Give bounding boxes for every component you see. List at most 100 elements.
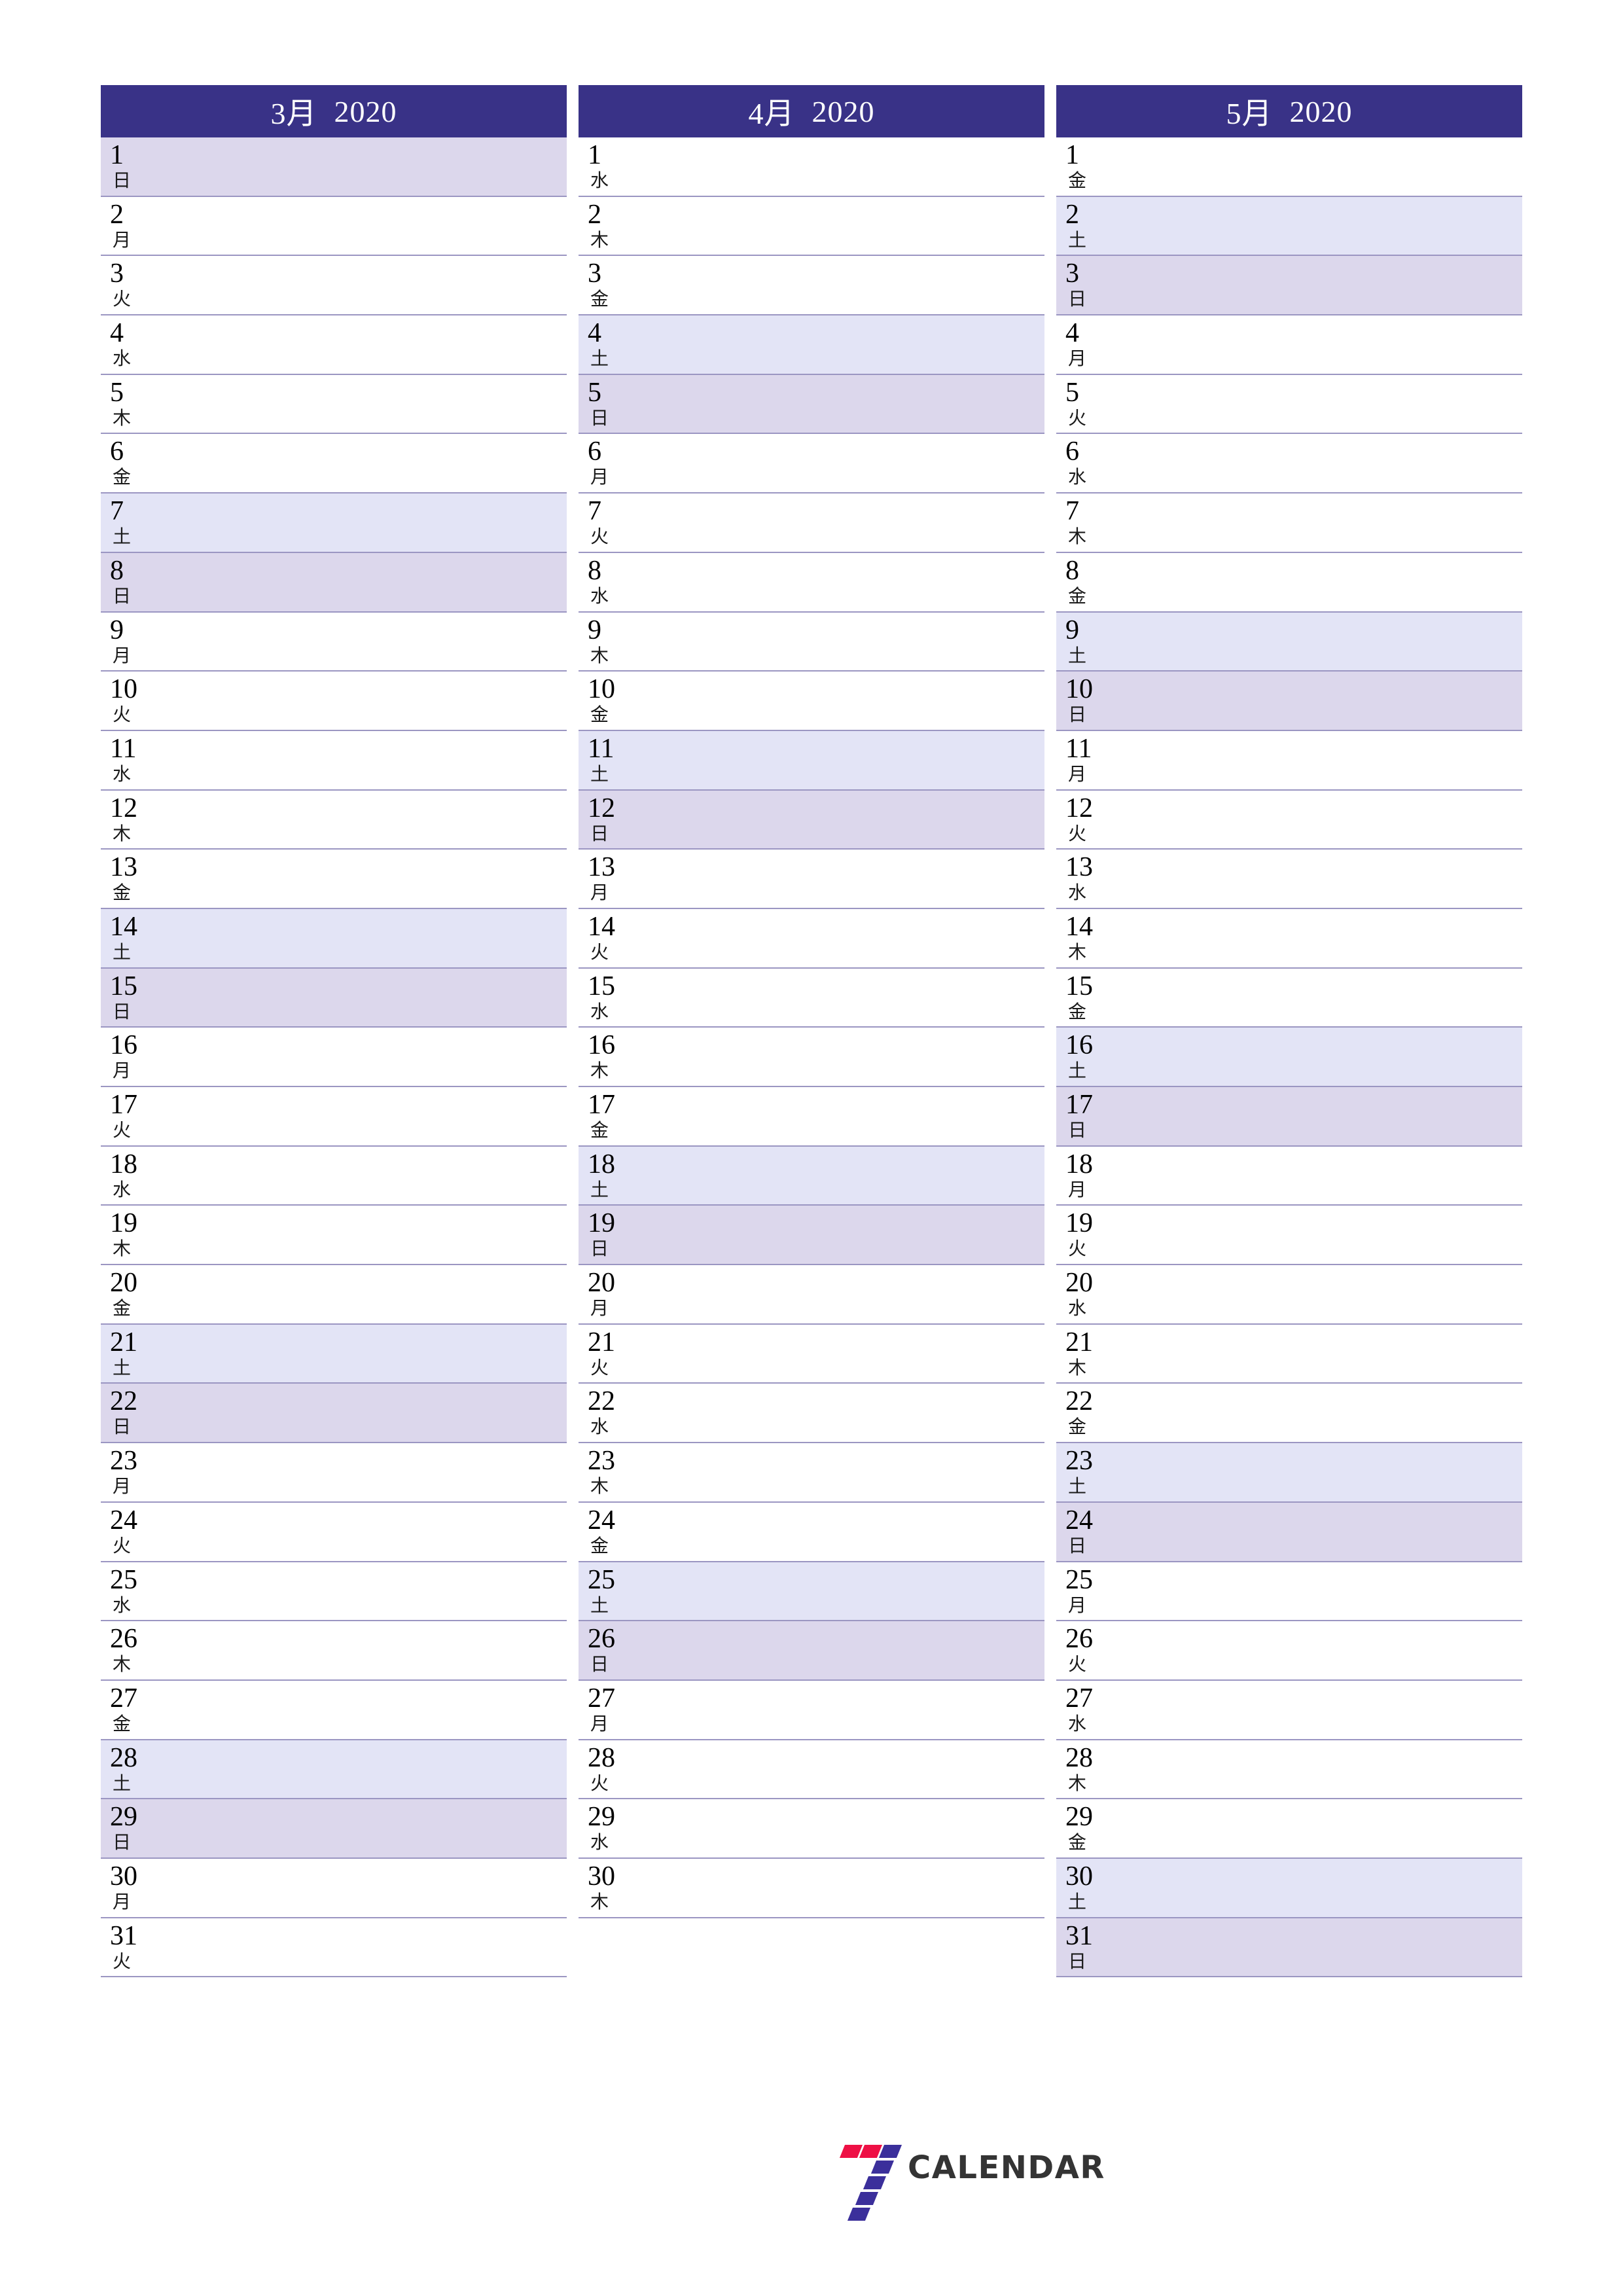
day-row[interactable]: 2土 <box>1056 196 1522 257</box>
day-row[interactable]: 25 月 <box>1056 1562 1522 1622</box>
day-row[interactable]: 28 木 <box>1056 1740 1522 1800</box>
day-row[interactable]: 27 金 <box>101 1680 567 1740</box>
day-weekday: 木 <box>113 822 132 844</box>
day-row[interactable]: 25 土 <box>579 1562 1044 1622</box>
day-number: 31 <box>1065 1920 1093 1951</box>
day-row[interactable]: 14 土 <box>101 908 567 969</box>
day-row[interactable]: 23 土 <box>1056 1443 1522 1503</box>
day-row[interactable]: 4土 <box>579 315 1044 375</box>
day-row[interactable]: 24 火 <box>101 1502 567 1562</box>
day-row[interactable]: 24 金 <box>579 1502 1044 1562</box>
day-row[interactable]: 4月 <box>1056 315 1522 375</box>
day-row[interactable]: 8日 <box>101 552 567 613</box>
day-row[interactable]: 6月 <box>579 434 1044 494</box>
day-number: 21 <box>110 1327 137 1357</box>
day-weekday: 木 <box>1068 941 1087 963</box>
day-row[interactable]: 7木 <box>1056 493 1522 553</box>
day-row[interactable]: 7土 <box>101 493 567 553</box>
day-row[interactable]: 16 月 <box>101 1028 567 1087</box>
day-row[interactable]: 18 土 <box>579 1146 1044 1206</box>
day-row[interactable]: 9木 <box>579 612 1044 672</box>
day-row[interactable]: 17 日 <box>1056 1087 1522 1147</box>
month-header: 3月 2020 <box>101 85 567 137</box>
day-row[interactable]: 11 土 <box>579 730 1044 791</box>
day-row[interactable]: 13 金 <box>101 850 567 909</box>
day-row[interactable]: 7火 <box>579 493 1044 553</box>
day-row[interactable]: 14 火 <box>579 908 1044 969</box>
day-row[interactable]: 18 水 <box>101 1146 567 1206</box>
day-row[interactable]: 31 火 <box>101 1918 567 1978</box>
day-row[interactable]: 8金 <box>1056 552 1522 613</box>
day-row[interactable]: 15 日 <box>101 968 567 1028</box>
day-row[interactable]: 20 月 <box>579 1265 1044 1325</box>
day-row[interactable]: 5木 <box>101 374 567 435</box>
day-row[interactable]: 2木 <box>579 196 1044 257</box>
day-row[interactable]: 12 木 <box>101 790 567 850</box>
day-row[interactable]: 10 火 <box>101 672 567 731</box>
day-row[interactable]: 5日 <box>579 374 1044 435</box>
day-row[interactable]: 16 土 <box>1056 1028 1522 1087</box>
day-row[interactable]: 1水 <box>579 137 1044 197</box>
day-row[interactable]: 13 月 <box>579 850 1044 909</box>
day-row[interactable]: 21 土 <box>101 1324 567 1384</box>
day-row[interactable]: 15 水 <box>579 968 1044 1028</box>
day-row[interactable]: 26 木 <box>101 1621 567 1681</box>
day-row[interactable]: 10 日 <box>1056 672 1522 731</box>
day-row[interactable]: 20 金 <box>101 1265 567 1325</box>
day-row[interactable]: 19 木 <box>101 1206 567 1266</box>
day-row[interactable]: 29 水 <box>579 1799 1044 1859</box>
day-row[interactable]: 31 日 <box>1056 1918 1522 1978</box>
day-row[interactable]: 3火 <box>101 256 567 316</box>
day-row[interactable]: 15 金 <box>1056 968 1522 1028</box>
day-row[interactable]: 29 日 <box>101 1799 567 1859</box>
day-row[interactable]: 16 木 <box>579 1028 1044 1087</box>
day-row[interactable]: 12 火 <box>1056 790 1522 850</box>
day-row[interactable]: 26 日 <box>579 1621 1044 1681</box>
day-weekday: 金 <box>590 1534 609 1556</box>
day-row[interactable]: 12 日 <box>579 790 1044 850</box>
day-row[interactable]: 27 水 <box>1056 1680 1522 1740</box>
day-row[interactable]: 3日 <box>1056 256 1522 316</box>
day-row[interactable]: 30 木 <box>579 1858 1044 1918</box>
day-row[interactable]: 5火 <box>1056 374 1522 435</box>
day-row[interactable]: 21 木 <box>1056 1324 1522 1384</box>
day-row[interactable]: 22 日 <box>101 1384 567 1444</box>
day-row[interactable]: 10 金 <box>579 672 1044 731</box>
day-row[interactable]: 6金 <box>101 434 567 494</box>
day-row[interactable]: 17 金 <box>579 1087 1044 1147</box>
day-row[interactable]: 28 火 <box>579 1740 1044 1800</box>
day-number: 1 <box>1065 140 1079 170</box>
day-row[interactable]: 30 土 <box>1056 1858 1522 1918</box>
day-row[interactable]: 29 金 <box>1056 1799 1522 1859</box>
day-row[interactable]: 1金 <box>1056 137 1522 197</box>
day-row[interactable]: 19 火 <box>1056 1206 1522 1266</box>
day-row[interactable]: 27 月 <box>579 1680 1044 1740</box>
day-row[interactable]: 1日 <box>101 137 567 197</box>
day-row[interactable]: 8水 <box>579 552 1044 613</box>
day-row[interactable]: 25 水 <box>101 1562 567 1622</box>
day-row[interactable]: 22 金 <box>1056 1384 1522 1444</box>
day-row[interactable]: 3金 <box>579 256 1044 316</box>
day-row[interactable]: 20 水 <box>1056 1265 1522 1325</box>
day-row[interactable]: 23 月 <box>101 1443 567 1503</box>
day-row[interactable]: 6水 <box>1056 434 1522 494</box>
day-row[interactable]: 28 土 <box>101 1740 567 1800</box>
day-row[interactable]: 21 火 <box>579 1324 1044 1384</box>
day-row[interactable]: 2月 <box>101 196 567 257</box>
day-row[interactable]: 26 火 <box>1056 1621 1522 1681</box>
day-row[interactable]: 9土 <box>1056 612 1522 672</box>
day-row[interactable]: 9月 <box>101 612 567 672</box>
day-row[interactable]: 18 月 <box>1056 1146 1522 1206</box>
day-row[interactable]: 22 水 <box>579 1384 1044 1444</box>
day-row[interactable]: 11 月 <box>1056 730 1522 791</box>
day-row[interactable]: 13 水 <box>1056 850 1522 909</box>
day-row[interactable]: 11 水 <box>101 730 567 791</box>
day-weekday: 木 <box>1068 526 1087 548</box>
day-row[interactable]: 14 木 <box>1056 908 1522 969</box>
day-row[interactable]: 24 日 <box>1056 1502 1522 1562</box>
day-row[interactable]: 30 月 <box>101 1858 567 1918</box>
day-row[interactable]: 4水 <box>101 315 567 375</box>
day-row[interactable]: 19 日 <box>579 1206 1044 1266</box>
day-row[interactable]: 23 木 <box>579 1443 1044 1503</box>
day-row[interactable]: 17 火 <box>101 1087 567 1147</box>
